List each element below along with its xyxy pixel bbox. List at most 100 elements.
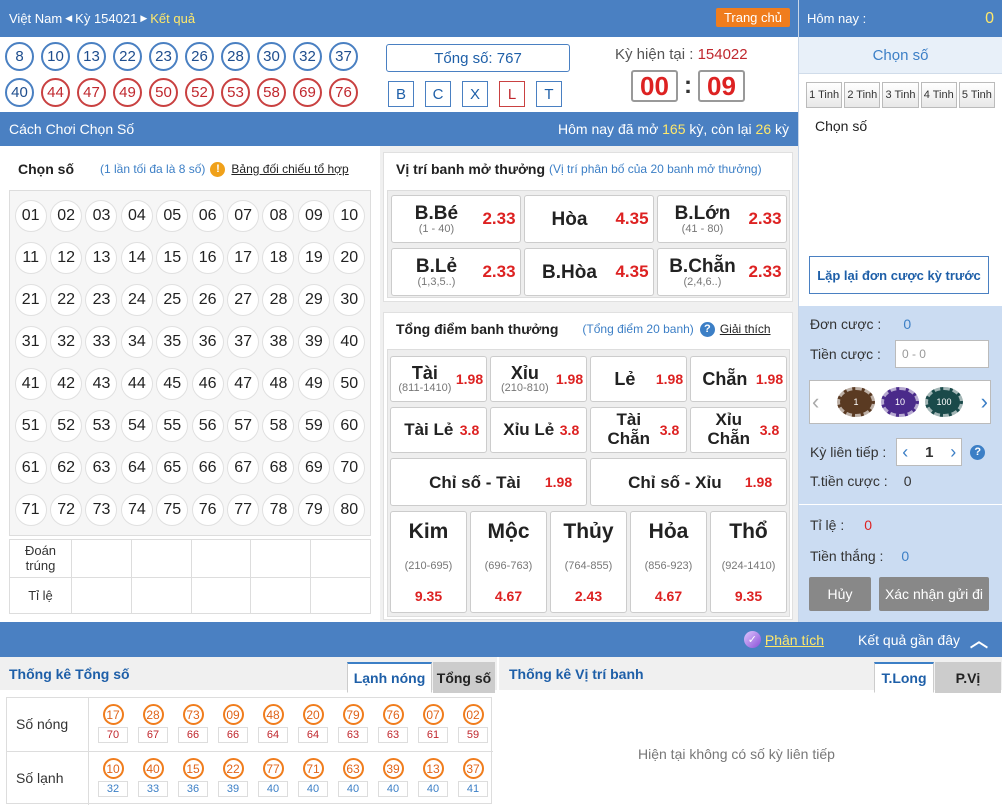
tab-tinh-1[interactable]: 1 Tinh xyxy=(806,82,843,108)
number-ball[interactable]: 73 xyxy=(85,494,118,526)
number-ball[interactable]: 62 xyxy=(50,452,83,484)
number-ball[interactable]: 13 xyxy=(85,242,118,274)
letter-button-l[interactable]: L xyxy=(499,81,525,107)
total-card[interactable]: Xỉu (210-810) 1.98 xyxy=(490,356,587,402)
element-card[interactable]: Hỏa (856-923) 4.67 xyxy=(630,511,707,613)
number-ball[interactable]: 02 xyxy=(50,200,83,232)
number-ball[interactable]: 65 xyxy=(156,452,189,484)
number-ball[interactable]: 28 xyxy=(262,284,295,316)
number-ball[interactable]: 67 xyxy=(227,452,260,484)
position-card[interactable]: B.Lớn (41 - 80) 2.33 xyxy=(657,195,787,243)
number-ball[interactable]: 18 xyxy=(262,242,295,274)
number-ball[interactable]: 54 xyxy=(120,410,153,442)
number-ball[interactable]: 64 xyxy=(120,452,153,484)
help-icon[interactable]: ? xyxy=(970,444,986,460)
element-card[interactable]: Kim (210-695) 9.35 xyxy=(390,511,467,613)
decrement-icon[interactable]: ‹ xyxy=(902,442,908,463)
number-ball[interactable]: 42 xyxy=(50,368,83,400)
confirm-button[interactable]: Xác nhận gửi đi xyxy=(879,577,989,611)
number-ball[interactable]: 41 xyxy=(14,368,47,400)
index-card[interactable]: Chỉ số - Xỉu 1.98 xyxy=(590,458,787,506)
number-ball[interactable]: 77 xyxy=(227,494,260,526)
number-ball[interactable]: 43 xyxy=(85,368,118,400)
number-ball[interactable]: 32 xyxy=(50,326,83,358)
number-ball[interactable]: 01 xyxy=(14,200,47,232)
number-ball[interactable]: 09 xyxy=(297,200,330,232)
number-ball[interactable]: 06 xyxy=(191,200,224,232)
cancel-button[interactable]: Hủy xyxy=(809,577,871,611)
tab-tinh-3[interactable]: 3 Tinh xyxy=(882,82,919,108)
number-ball[interactable]: 61 xyxy=(14,452,47,484)
number-ball[interactable]: 30 xyxy=(333,284,366,316)
number-ball[interactable]: 68 xyxy=(262,452,295,484)
number-ball[interactable]: 50 xyxy=(333,368,366,400)
letter-button-b[interactable]: B xyxy=(388,81,414,107)
number-ball[interactable]: 39 xyxy=(297,326,330,358)
number-ball[interactable]: 78 xyxy=(262,494,295,526)
total-card[interactable]: Lẻ 1.98 xyxy=(590,356,687,402)
number-ball[interactable]: 37 xyxy=(227,326,260,358)
position-card[interactable]: Hòa 4.35 xyxy=(524,195,654,243)
number-ball[interactable]: 21 xyxy=(14,284,47,316)
region-label[interactable]: Việt Nam xyxy=(9,11,62,26)
number-ball[interactable]: 79 xyxy=(297,494,330,526)
number-ball[interactable]: 38 xyxy=(262,326,295,358)
tab-long[interactable]: T.Long xyxy=(874,662,934,693)
letter-button-t[interactable]: T xyxy=(536,81,562,107)
number-ball[interactable]: 24 xyxy=(120,284,153,316)
number-ball[interactable]: 76 xyxy=(191,494,224,526)
number-ball[interactable]: 27 xyxy=(227,284,260,316)
combo-card[interactable]: Tài Chẵn 3.8 xyxy=(590,407,687,453)
number-ball[interactable]: 48 xyxy=(262,368,295,400)
number-ball[interactable]: 26 xyxy=(191,284,224,316)
number-ball[interactable]: 25 xyxy=(156,284,189,316)
number-ball[interactable]: 20 xyxy=(333,242,366,274)
number-ball[interactable]: 60 xyxy=(333,410,366,442)
number-ball[interactable]: 17 xyxy=(227,242,260,274)
number-ball[interactable]: 40 xyxy=(333,326,366,358)
chevron-left-icon[interactable]: ‹ xyxy=(812,389,819,415)
number-ball[interactable]: 55 xyxy=(156,410,189,442)
number-ball[interactable]: 52 xyxy=(50,410,83,442)
number-ball[interactable]: 51 xyxy=(14,410,47,442)
number-ball[interactable]: 46 xyxy=(191,368,224,400)
tab-total[interactable]: Tổng số xyxy=(433,662,495,693)
number-ball[interactable]: 03 xyxy=(85,200,118,232)
number-ball[interactable]: 66 xyxy=(191,452,224,484)
result-link[interactable]: Kết quả xyxy=(150,11,195,26)
number-ball[interactable]: 07 xyxy=(227,200,260,232)
combo-card[interactable]: Xỉu Lẻ 3.8 xyxy=(490,407,587,453)
chevron-right-icon[interactable]: › xyxy=(981,389,988,415)
tab-tinh-5[interactable]: 5 Tinh xyxy=(958,82,996,108)
number-ball[interactable]: 69 xyxy=(297,452,330,484)
number-ball[interactable]: 70 xyxy=(333,452,366,484)
repeat-bet-button[interactable]: Lặp lại đơn cược kỳ trước xyxy=(809,256,989,294)
position-card[interactable]: B.Bé (1 - 40) 2.33 xyxy=(391,195,521,243)
number-ball[interactable]: 71 xyxy=(14,494,47,526)
consecutive-stepper[interactable]: ‹ 1 › xyxy=(896,438,963,466)
number-ball[interactable]: 56 xyxy=(191,410,224,442)
help-icon[interactable]: ? xyxy=(699,321,715,337)
letter-button-c[interactable]: C xyxy=(425,81,451,107)
compare-link[interactable]: Bảng đối chiếu tổ hợp xyxy=(231,162,348,176)
number-ball[interactable]: 34 xyxy=(120,326,153,358)
number-ball[interactable]: 33 xyxy=(85,326,118,358)
home-button[interactable]: Trang chủ xyxy=(715,8,790,27)
combo-card[interactable]: Xỉu Chẵn 3.8 xyxy=(690,407,787,453)
number-ball[interactable]: 19 xyxy=(297,242,330,274)
recent-results-label[interactable]: Kết quả gần đây xyxy=(858,632,960,648)
combo-card[interactable]: Tài Lẻ 3.8 xyxy=(390,407,487,453)
number-ball[interactable]: 49 xyxy=(297,368,330,400)
total-card[interactable]: Chẵn 1.98 xyxy=(690,356,787,402)
number-ball[interactable]: 12 xyxy=(50,242,83,274)
total-card[interactable]: Tài (811-1410) 1.98 xyxy=(390,356,487,402)
number-ball[interactable]: 05 xyxy=(156,200,189,232)
index-card[interactable]: Chỉ số - Tài 1.98 xyxy=(390,458,587,506)
number-ball[interactable]: 58 xyxy=(262,410,295,442)
number-ball[interactable]: 16 xyxy=(191,242,224,274)
increment-icon[interactable]: › xyxy=(950,442,956,463)
number-ball[interactable]: 75 xyxy=(156,494,189,526)
number-ball[interactable]: 47 xyxy=(227,368,260,400)
chip-1[interactable]: 1 xyxy=(837,387,875,417)
number-ball[interactable]: 15 xyxy=(156,242,189,274)
